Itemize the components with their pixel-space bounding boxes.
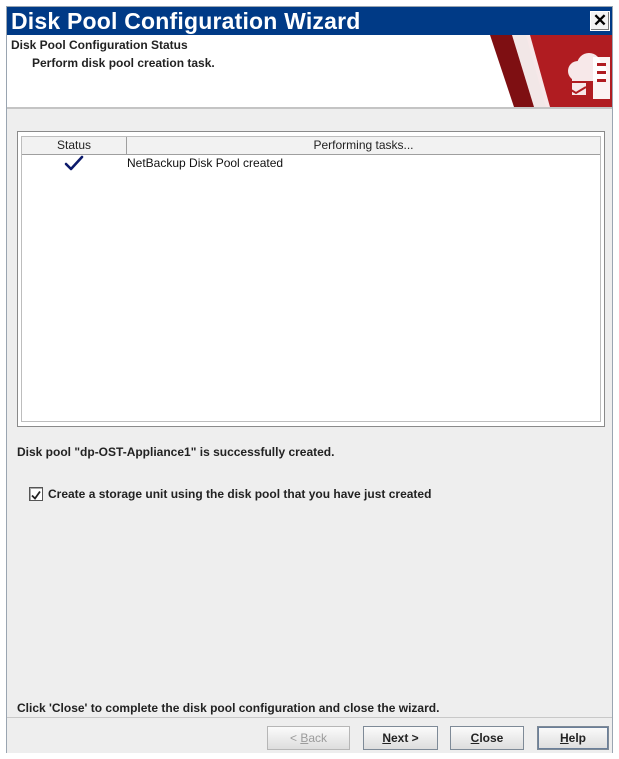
result-message: Disk pool "dp-OST-Appliance1" is success…	[17, 445, 335, 459]
task-cell: NetBackup Disk Pool created	[127, 156, 284, 170]
title-bar: Disk Pool Configuration Wizard ✕	[7, 7, 612, 35]
close-icon: ✕	[592, 11, 608, 30]
checkmark-icon	[64, 155, 84, 171]
close-button-suffix: lose	[479, 731, 504, 745]
next-button-mnemonic: N	[382, 731, 391, 745]
help-button-mnemonic: H	[559, 731, 569, 745]
create-storage-unit-label: Create a storage unit using the disk poo…	[48, 487, 432, 501]
wizard-content: Status Performing tasks... NetBackup Dis…	[7, 109, 612, 729]
button-bar: < Back Next > Close Help	[7, 717, 612, 753]
tasks-table-header: Status Performing tasks...	[22, 137, 600, 155]
tasks-table-viewport: Status Performing tasks... NetBackup Dis…	[21, 136, 601, 422]
create-storage-unit-checkbox[interactable]	[29, 487, 43, 501]
disk-pool-cloud-server-icon	[490, 35, 612, 107]
footer-instruction: Click 'Close' to complete the disk pool …	[17, 701, 440, 715]
column-header-status[interactable]: Status	[22, 137, 127, 154]
window-title: Disk Pool Configuration Wizard	[11, 8, 361, 34]
status-cell	[22, 155, 126, 173]
back-button[interactable]: < Back	[267, 726, 350, 750]
table-row[interactable]: NetBackup Disk Pool created	[22, 155, 600, 173]
next-button[interactable]: Next >	[363, 726, 438, 750]
back-button-prefix: <	[289, 731, 301, 745]
wizard-banner: Disk Pool Configuration Status Perform d…	[7, 35, 612, 109]
wizard-window: Disk Pool Configuration Wizard ✕ Disk Po…	[6, 6, 613, 753]
help-button-suffix: elp	[568, 731, 586, 745]
banner-subtitle: Perform disk pool creation task.	[32, 56, 215, 70]
window-close-button[interactable]: ✕	[590, 11, 610, 31]
next-button-suffix: ext >	[390, 731, 419, 745]
tasks-table: Status Performing tasks... NetBackup Dis…	[17, 131, 605, 427]
checkbox-check-icon	[31, 490, 41, 500]
banner-title: Disk Pool Configuration Status	[11, 38, 188, 52]
column-header-tasks[interactable]: Performing tasks...	[127, 137, 600, 154]
back-button-suffix: ack	[308, 731, 328, 745]
help-button[interactable]: Help	[537, 726, 609, 750]
close-button[interactable]: Close	[450, 726, 524, 750]
